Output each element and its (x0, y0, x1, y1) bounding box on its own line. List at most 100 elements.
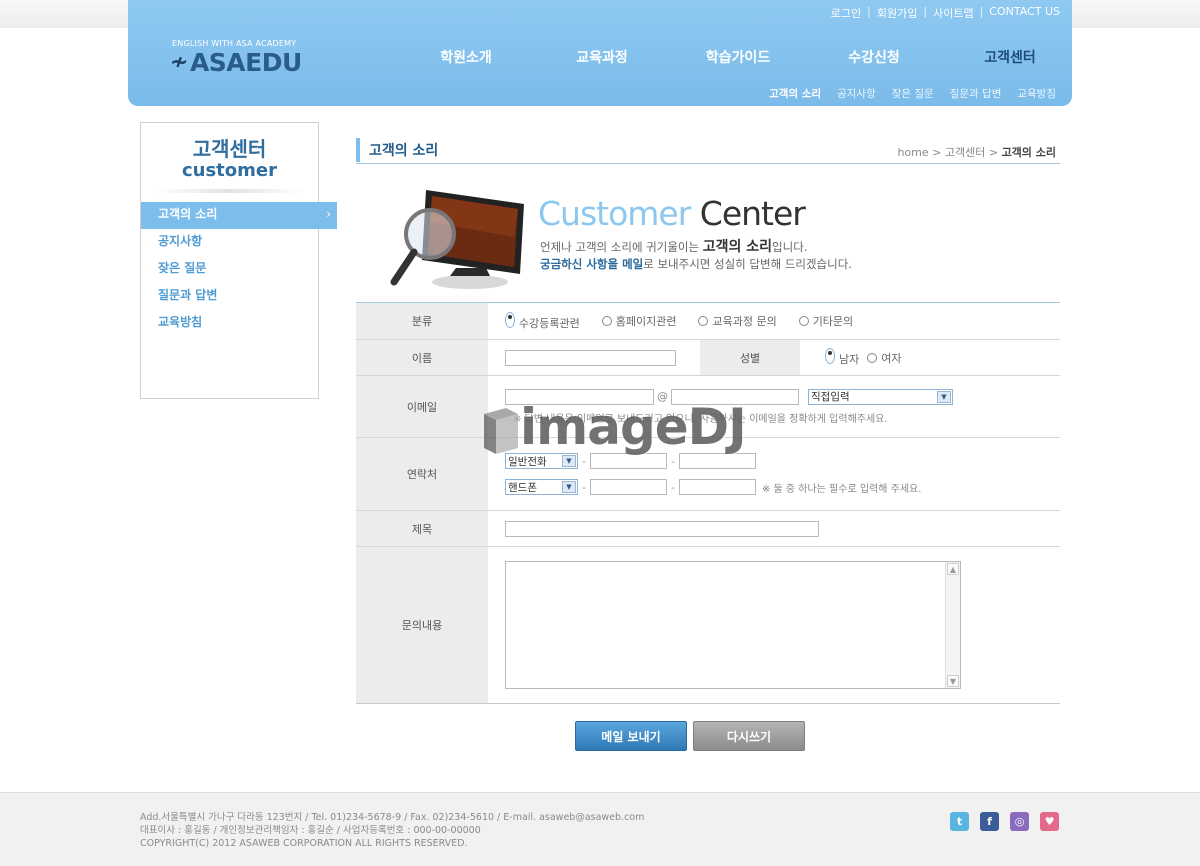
mobile-row: 핸드폰 ▼ - - ※ 둘 중 하나는 필수로 입력해 주세요. (505, 479, 921, 495)
hero-line2-emph: 궁금하신 사항을 메일 (540, 257, 644, 271)
name-input[interactable] (505, 349, 676, 366)
facebook-icon[interactable]: f (980, 812, 999, 831)
separator: | (979, 5, 984, 18)
subject-label: 제목 (356, 511, 488, 546)
logo-tagline: ENGLISH WITH ASA ACADEMY (172, 39, 297, 48)
separator: | (867, 5, 871, 18)
chevron-right-icon: › (326, 207, 331, 221)
chevron-down-icon: ▼ (937, 390, 951, 403)
scroll-up-icon[interactable]: ▲ (947, 563, 959, 575)
radio-icon (798, 316, 809, 326)
hero-title-customer: Customer (538, 194, 691, 233)
contact-label: 연락처 (356, 438, 488, 510)
breadcrumb-current: 고객의 소리 (1001, 146, 1056, 159)
option-label: 남자 (839, 353, 860, 366)
nav-customer-center[interactable]: 고객센터 (942, 47, 1078, 67)
category-options: 수강등록관련 홈페이지관련 교육과정 문의 기타문의 (488, 303, 1060, 339)
logo[interactable]: ≁ ASAEDU (170, 48, 302, 77)
nav-academy[interactable]: 학원소개 (398, 47, 534, 67)
mobile-last-input[interactable] (678, 479, 756, 495)
row-subject: 제목 (356, 511, 1060, 547)
dash: - (582, 480, 586, 494)
nav-courses[interactable]: 교육과정 (534, 47, 670, 67)
mobile-type-select[interactable]: 핸드폰 ▼ (505, 479, 578, 495)
title-bar (356, 138, 360, 162)
body-label: 문의내용 (356, 547, 488, 703)
subnav-faq[interactable]: 잦은 질문 (892, 86, 934, 101)
sidebar-item-qna[interactable]: 질문과 답변 (141, 283, 318, 310)
sitemap-link[interactable]: 사이트맵 (933, 5, 973, 21)
email-label: 이메일 (356, 376, 488, 437)
hero-line1-emph: 고객의 소리 (702, 239, 773, 255)
join-link[interactable]: 회원가입 (877, 5, 917, 21)
option-label: 여자 (881, 351, 902, 365)
me2day-icon[interactable]: ◎ (1010, 812, 1029, 831)
watermark: imageDJ (480, 398, 750, 464)
watermark-cube-icon (484, 408, 518, 454)
sidebar-item-policy[interactable]: 교육방침 (141, 310, 318, 337)
option-label: 기타문의 (812, 315, 854, 328)
login-link[interactable]: 로그인 (831, 5, 861, 21)
gender-label: 성별 (700, 340, 800, 375)
category-option-course[interactable]: 교육과정 문의 (698, 313, 777, 329)
subject-input[interactable] (505, 520, 819, 537)
subnav-qna[interactable]: 질문과 답변 (950, 86, 1002, 101)
social-links: t f ◎ ♥ (950, 812, 1059, 831)
hero-title-center: Center (699, 194, 806, 233)
breadcrumb: home > 고객센터 > 고객의 소리 (897, 144, 1056, 160)
radio-icon (601, 316, 612, 326)
footer: Add.서울특별시 가나구 다라동 123번지 / Tel. 01)234-56… (0, 792, 1200, 866)
sidebar-title-en: customer (181, 160, 277, 181)
separator: | (923, 5, 928, 18)
monitor-magnifier-icon (390, 190, 524, 289)
hero-line1-text: 언제나 고객의 소리에 귀기울이는 (540, 240, 700, 254)
category-option-homepage[interactable]: 홈페이지관련 (601, 313, 677, 329)
option-label: 교육과정 문의 (712, 315, 777, 328)
subnav-notice[interactable]: 공지사항 (837, 86, 876, 101)
email-domain-select[interactable]: 직접입력 ▼ (808, 388, 953, 405)
textarea-scrollbar[interactable]: ▲ ▼ (945, 562, 960, 688)
subnav-voice[interactable]: 고객의 소리 (769, 86, 821, 101)
category-option-registration[interactable]: 수강등록관련 (505, 311, 580, 331)
header: 로그인 | 회원가입 | 사이트맵 | CONTACT US ENGLISH WITH… (128, 0, 1072, 106)
reset-button[interactable]: 다시쓰기 (693, 721, 805, 751)
hero-line2: 궁금하신 사항을 메일로 보내주시면 성실히 답변해 드리겠습니다. (540, 256, 852, 272)
sidebar-item-notice[interactable]: 공지사항 (141, 229, 318, 256)
sidebar-menu: 고객의 소리 › 공지사항 잦은 질문 질문과 답변 교육방침 (141, 202, 337, 337)
mobile-mid-input[interactable] (589, 479, 667, 495)
hero-title: Customer Center (538, 194, 806, 233)
nav-registration[interactable]: 수강신청 (806, 47, 942, 67)
radio-icon (505, 311, 515, 328)
category-option-etc[interactable]: 기타문의 (798, 313, 854, 329)
sidebar: 고객센터 customer 고객의 소리 › 공지사항 잦은 질문 질문과 답변… (140, 122, 337, 399)
chevron-down-icon: ▼ (562, 481, 576, 493)
gender-option-male[interactable]: 남자 (825, 348, 859, 367)
inquiry-form: 분류 수강등록관련 홈페이지관련 교육과정 문의 기타문의 이름 성별 남자 여… (356, 302, 1060, 704)
breadcrumb-sep: > (932, 146, 942, 159)
sidebar-item-voice[interactable]: 고객의 소리 › (141, 202, 337, 229)
sub-nav: 고객의 소리 공지사항 잦은 질문 질문과 답변 교육방침 (769, 86, 1056, 101)
form-buttons: 메일 보내기 다시쓰기 (575, 721, 805, 751)
hero-line1: 언제나 고객의 소리에 귀기울이는 고객의 소리입니다. (540, 236, 807, 256)
utility-nav: 로그인 | 회원가입 | 사이트맵 | CONTACT US (831, 5, 1060, 21)
hero-line1-end: 입니다. (772, 240, 808, 254)
scroll-down-icon[interactable]: ▼ (947, 675, 959, 687)
name-label: 이름 (356, 340, 488, 375)
breadcrumb-home[interactable]: home (897, 146, 928, 159)
main-nav: 학원소개 교육과정 학습가이드 수강신청 고객센터 (398, 47, 1078, 67)
option-label: 수강등록관련 (519, 316, 580, 330)
nav-study-guide[interactable]: 학습가이드 (670, 47, 806, 67)
name-cell (488, 340, 700, 375)
option-label: 홈페이지관련 (615, 315, 677, 328)
row-category: 분류 수강등록관련 홈페이지관련 교육과정 문의 기타문의 (356, 303, 1060, 340)
hero-line2-text: 로 보내주시면 성실히 답변해 드리겠습니다. (643, 257, 852, 271)
gender-option-female[interactable]: 여자 (867, 350, 902, 366)
sidebar-item-faq[interactable]: 잦은 질문 (141, 256, 318, 283)
blog-icon[interactable]: ♥ (1040, 812, 1059, 831)
body-textarea[interactable]: ▲ ▼ (505, 561, 961, 689)
twitter-icon[interactable]: t (950, 812, 969, 831)
subnav-policy[interactable]: 교육방침 (1017, 86, 1056, 101)
send-mail-button[interactable]: 메일 보내기 (575, 721, 687, 751)
contact-us-link[interactable]: CONTACT US (989, 5, 1060, 21)
breadcrumb-parent[interactable]: 고객센터 (945, 146, 985, 159)
